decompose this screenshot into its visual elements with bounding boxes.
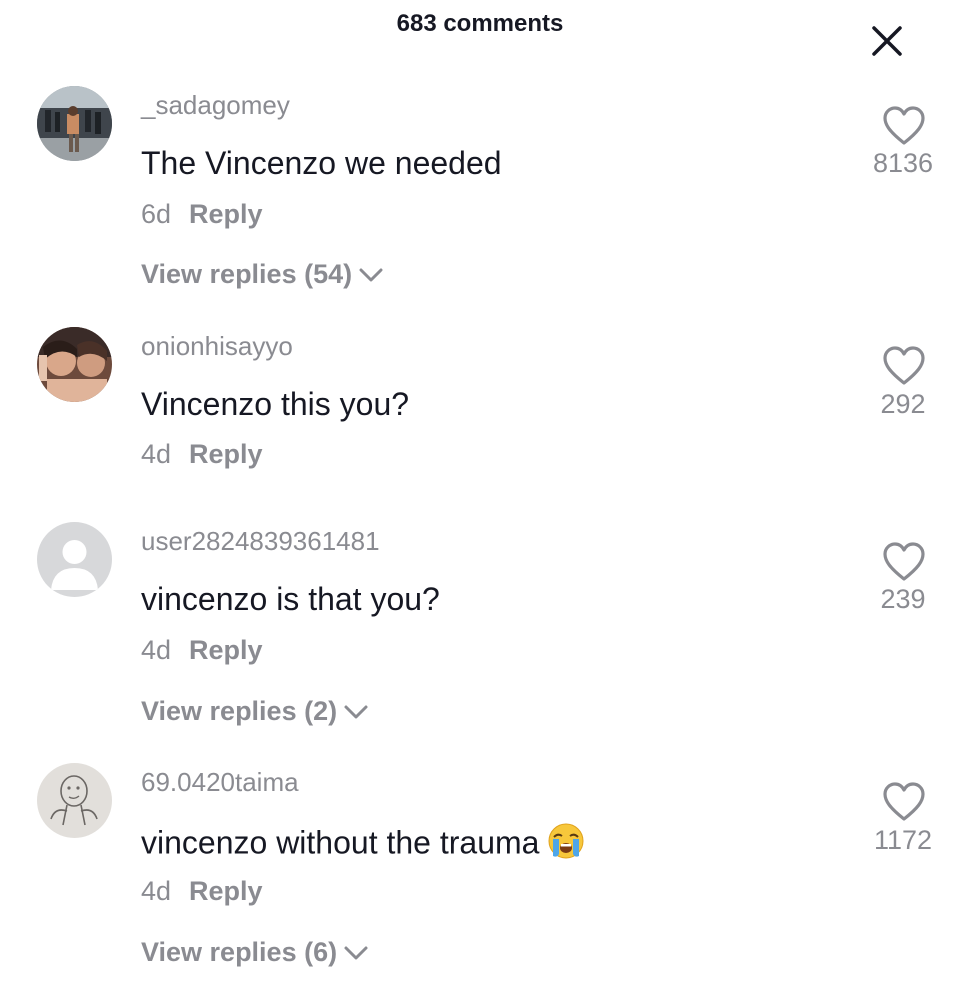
chevron-down-icon <box>344 946 368 959</box>
comment-text: The Vincenzo we needed <box>141 145 502 181</box>
reply-button[interactable]: Reply <box>189 199 263 229</box>
comment-username[interactable]: user2824839361481 <box>141 526 380 557</box>
default-avatar-icon <box>37 522 112 597</box>
comment-username[interactable]: onionhisayyo <box>141 331 293 362</box>
reply-button[interactable]: Reply <box>189 876 263 906</box>
comment-age: 4d <box>141 439 172 469</box>
comment-meta: 4d Reply <box>141 439 263 470</box>
view-replies-button[interactable]: View replies (2) <box>141 696 369 727</box>
like-count: 239 <box>880 584 926 614</box>
loudly-crying-face-icon <box>547 822 585 868</box>
chevron-down-icon <box>344 705 368 718</box>
view-replies-button[interactable]: View replies (6) <box>141 937 369 968</box>
like-count: 1172 <box>873 825 933 855</box>
heart-icon[interactable] <box>882 106 926 146</box>
avatar[interactable] <box>37 763 112 838</box>
comment-text: vincenzo is that you? <box>141 581 440 617</box>
comment-username[interactable]: 69.0420taima <box>141 767 299 798</box>
comment-age: 6d <box>141 199 172 229</box>
chevron-down-icon <box>359 268 383 281</box>
view-replies-label: View replies (2) <box>141 696 338 726</box>
comment-text-content: vincenzo without the trauma <box>141 824 540 861</box>
comment-text: Vincenzo this you? <box>141 386 410 422</box>
comment-meta: 4d Reply <box>141 876 263 907</box>
comment-age: 4d <box>141 876 172 906</box>
close-icon <box>872 26 902 56</box>
avatar[interactable] <box>37 327 112 402</box>
like-count: 292 <box>880 389 926 419</box>
view-replies-label: View replies (6) <box>141 937 338 967</box>
comment-meta: 6d Reply <box>141 199 263 230</box>
comments-count-title: 683 comments <box>396 10 564 37</box>
reply-button[interactable]: Reply <box>189 439 263 469</box>
heart-icon[interactable] <box>882 782 926 822</box>
avatar[interactable] <box>37 522 112 597</box>
view-replies-button[interactable]: View replies (54) <box>141 259 384 290</box>
comment-age: 4d <box>141 635 172 665</box>
reply-button[interactable]: Reply <box>189 635 263 665</box>
comment-text: vincenzo without the trauma <box>141 822 585 868</box>
avatar[interactable] <box>37 86 112 161</box>
heart-icon[interactable] <box>882 346 926 386</box>
close-button[interactable] <box>868 22 906 60</box>
heart-icon[interactable] <box>882 542 926 582</box>
comment-username[interactable]: _sadagomey <box>141 90 290 121</box>
view-replies-label: View replies (54) <box>141 259 353 289</box>
like-count: 8136 <box>872 148 934 178</box>
comment-meta: 4d Reply <box>141 635 263 666</box>
